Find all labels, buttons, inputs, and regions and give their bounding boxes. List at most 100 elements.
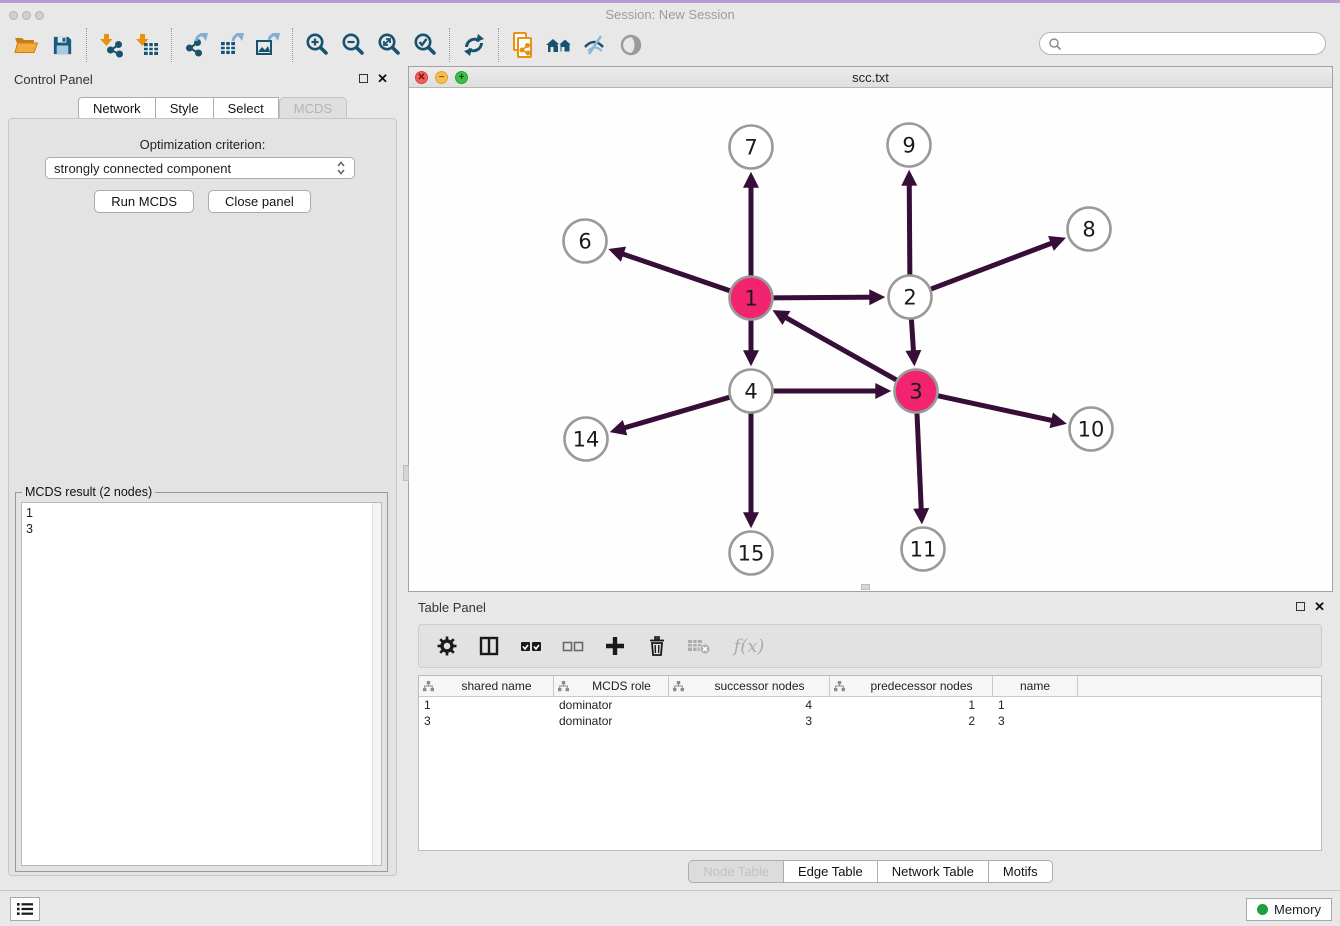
export-network-icon[interactable]: [178, 29, 214, 61]
save-session-icon[interactable]: [44, 29, 80, 61]
result-line: 1: [26, 505, 381, 521]
select-stepper-icon: [336, 161, 346, 175]
control-panel-tabs: NetworkStyleSelectMCDS: [78, 97, 347, 120]
svg-text:8: 8: [1082, 218, 1095, 242]
import-network-icon[interactable]: [93, 29, 129, 61]
panel-splitter-handle[interactable]: [403, 465, 409, 481]
column-view-icon[interactable]: [477, 634, 501, 658]
svg-text:11: 11: [910, 538, 937, 562]
table-row[interactable]: 3dominator323: [419, 713, 1321, 729]
toolbar-separator: [449, 28, 450, 62]
svg-text:15: 15: [738, 542, 765, 566]
graph-edge-4-14[interactable]: [614, 396, 733, 431]
run-mcds-button[interactable]: Run MCDS: [94, 190, 194, 213]
network-canvas[interactable]: 7 9 6 8 1 2 4 3 14 10 15 11: [409, 89, 1332, 591]
table-cell: 3: [669, 713, 830, 729]
export-image-icon[interactable]: [250, 29, 286, 61]
graph-node-3[interactable]: 3: [895, 370, 938, 413]
refresh-icon[interactable]: [456, 29, 492, 61]
search-field[interactable]: [1039, 32, 1326, 55]
zoom-selected-icon[interactable]: [407, 29, 443, 61]
status-bar: Memory: [0, 890, 1340, 926]
graph-edge-2-9[interactable]: [909, 174, 910, 278]
mcds-result-title: MCDS result (2 nodes): [22, 485, 155, 499]
add-column-icon[interactable]: [603, 634, 627, 658]
graph-node-9[interactable]: 9: [888, 124, 931, 167]
tab-edge-table[interactable]: Edge Table: [784, 860, 878, 883]
table-cell: 1: [419, 697, 554, 713]
close-panel-icon[interactable]: ✕: [377, 74, 388, 83]
column-header-shared-name[interactable]: shared name: [419, 676, 554, 696]
result-scrollbar[interactable]: [372, 503, 381, 865]
task-history-button[interactable]: [10, 897, 40, 921]
horizontal-scrollbar-handle[interactable]: [861, 584, 870, 590]
show-panel-icon[interactable]: [613, 29, 649, 61]
graph-node-7[interactable]: 7: [730, 126, 773, 169]
export-table-icon[interactable]: [214, 29, 250, 61]
graph-node-4[interactable]: 4: [730, 370, 773, 413]
tab-node-table[interactable]: Node Table: [688, 860, 784, 883]
network-window: ✕ − + scc.txt 7 9 6 8 1 2 4 3 14 10 15 11: [408, 66, 1333, 592]
zoom-out-icon[interactable]: [335, 29, 371, 61]
graph-node-8[interactable]: 8: [1068, 208, 1111, 251]
memory-button[interactable]: Memory: [1246, 898, 1332, 921]
svg-text:14: 14: [573, 428, 600, 452]
graph-edge-2-8[interactable]: [927, 239, 1061, 290]
graph-node-10[interactable]: 10: [1070, 408, 1113, 451]
graph-node-2[interactable]: 2: [889, 276, 932, 319]
open-session-icon[interactable]: [8, 29, 44, 61]
network-graph[interactable]: 7 9 6 8 1 2 4 3 14 10 15 11: [409, 89, 1332, 592]
network-window-titlebar[interactable]: ✕ − + scc.txt: [409, 67, 1332, 88]
column-header-successor-nodes[interactable]: successor nodes: [669, 676, 830, 696]
tab-select[interactable]: Select: [214, 97, 279, 120]
settings-gear-icon[interactable]: [435, 634, 459, 658]
graph-edge-1-6[interactable]: [613, 251, 734, 292]
zoom-in-icon[interactable]: [299, 29, 335, 61]
mcds-result-list[interactable]: 13: [21, 502, 382, 866]
column-header-mcds-role[interactable]: MCDS role: [554, 676, 669, 696]
graph-node-11[interactable]: 11: [902, 528, 945, 571]
close-table-panel-icon[interactable]: ✕: [1314, 602, 1325, 611]
tab-style[interactable]: Style: [156, 97, 214, 120]
home-icon[interactable]: [541, 29, 577, 61]
graph-node-1[interactable]: 1: [730, 277, 773, 320]
table-row[interactable]: 1dominator411: [419, 697, 1321, 713]
memory-label: Memory: [1274, 902, 1321, 917]
graph-edge-3-11[interactable]: [917, 409, 922, 519]
control-panel: Control Panel ✕ NetworkStyleSelectMCDS O…: [0, 65, 400, 882]
float-table-panel-icon[interactable]: [1296, 602, 1305, 611]
graph-node-15[interactable]: 15: [730, 532, 773, 575]
table-tabs: Node TableEdge TableNetwork TableMotifs: [408, 860, 1333, 883]
column-header-predecessor-nodes[interactable]: predecessor nodes: [830, 676, 993, 696]
deselect-all-icon[interactable]: [561, 634, 585, 658]
tab-motifs[interactable]: Motifs: [989, 860, 1053, 883]
hide-panel-icon[interactable]: [577, 29, 613, 61]
criterion-value: strongly connected component: [54, 161, 231, 176]
column-header-name[interactable]: name: [993, 676, 1078, 696]
table-panel-title: Table Panel: [418, 600, 486, 615]
delete-column-icon[interactable]: [645, 634, 669, 658]
graph-edge-3-1[interactable]: [777, 312, 900, 381]
network-title: scc.txt: [409, 70, 1332, 85]
fx-label: f(x): [734, 636, 765, 657]
tab-network[interactable]: Network: [78, 97, 156, 120]
node-table[interactable]: shared nameMCDS rolesuccessor nodesprede…: [418, 675, 1322, 851]
tab-network-table[interactable]: Network Table: [878, 860, 989, 883]
graph-edge-3-10[interactable]: [934, 395, 1062, 423]
select-all-icon[interactable]: [519, 634, 543, 658]
svg-text:6: 6: [578, 230, 591, 254]
table-panel: Table Panel ✕ f(x) shared nameMCDS ro: [408, 596, 1333, 887]
optimization-criterion-select[interactable]: strongly connected component: [45, 157, 355, 179]
duplicate-network-icon[interactable]: [505, 29, 541, 61]
float-panel-icon[interactable]: [359, 74, 368, 83]
graph-edge-2-3[interactable]: [911, 315, 914, 361]
graph-node-6[interactable]: 6: [564, 220, 607, 263]
table-cell: 2: [830, 713, 993, 729]
import-table-icon[interactable]: [129, 29, 165, 61]
search-input[interactable]: [1062, 36, 1317, 52]
close-panel-button[interactable]: Close panel: [208, 190, 311, 213]
zoom-fit-icon[interactable]: [371, 29, 407, 61]
graph-edge-1-2[interactable]: [769, 297, 880, 298]
control-panel-title: Control Panel: [14, 72, 93, 87]
graph-node-14[interactable]: 14: [565, 418, 608, 461]
